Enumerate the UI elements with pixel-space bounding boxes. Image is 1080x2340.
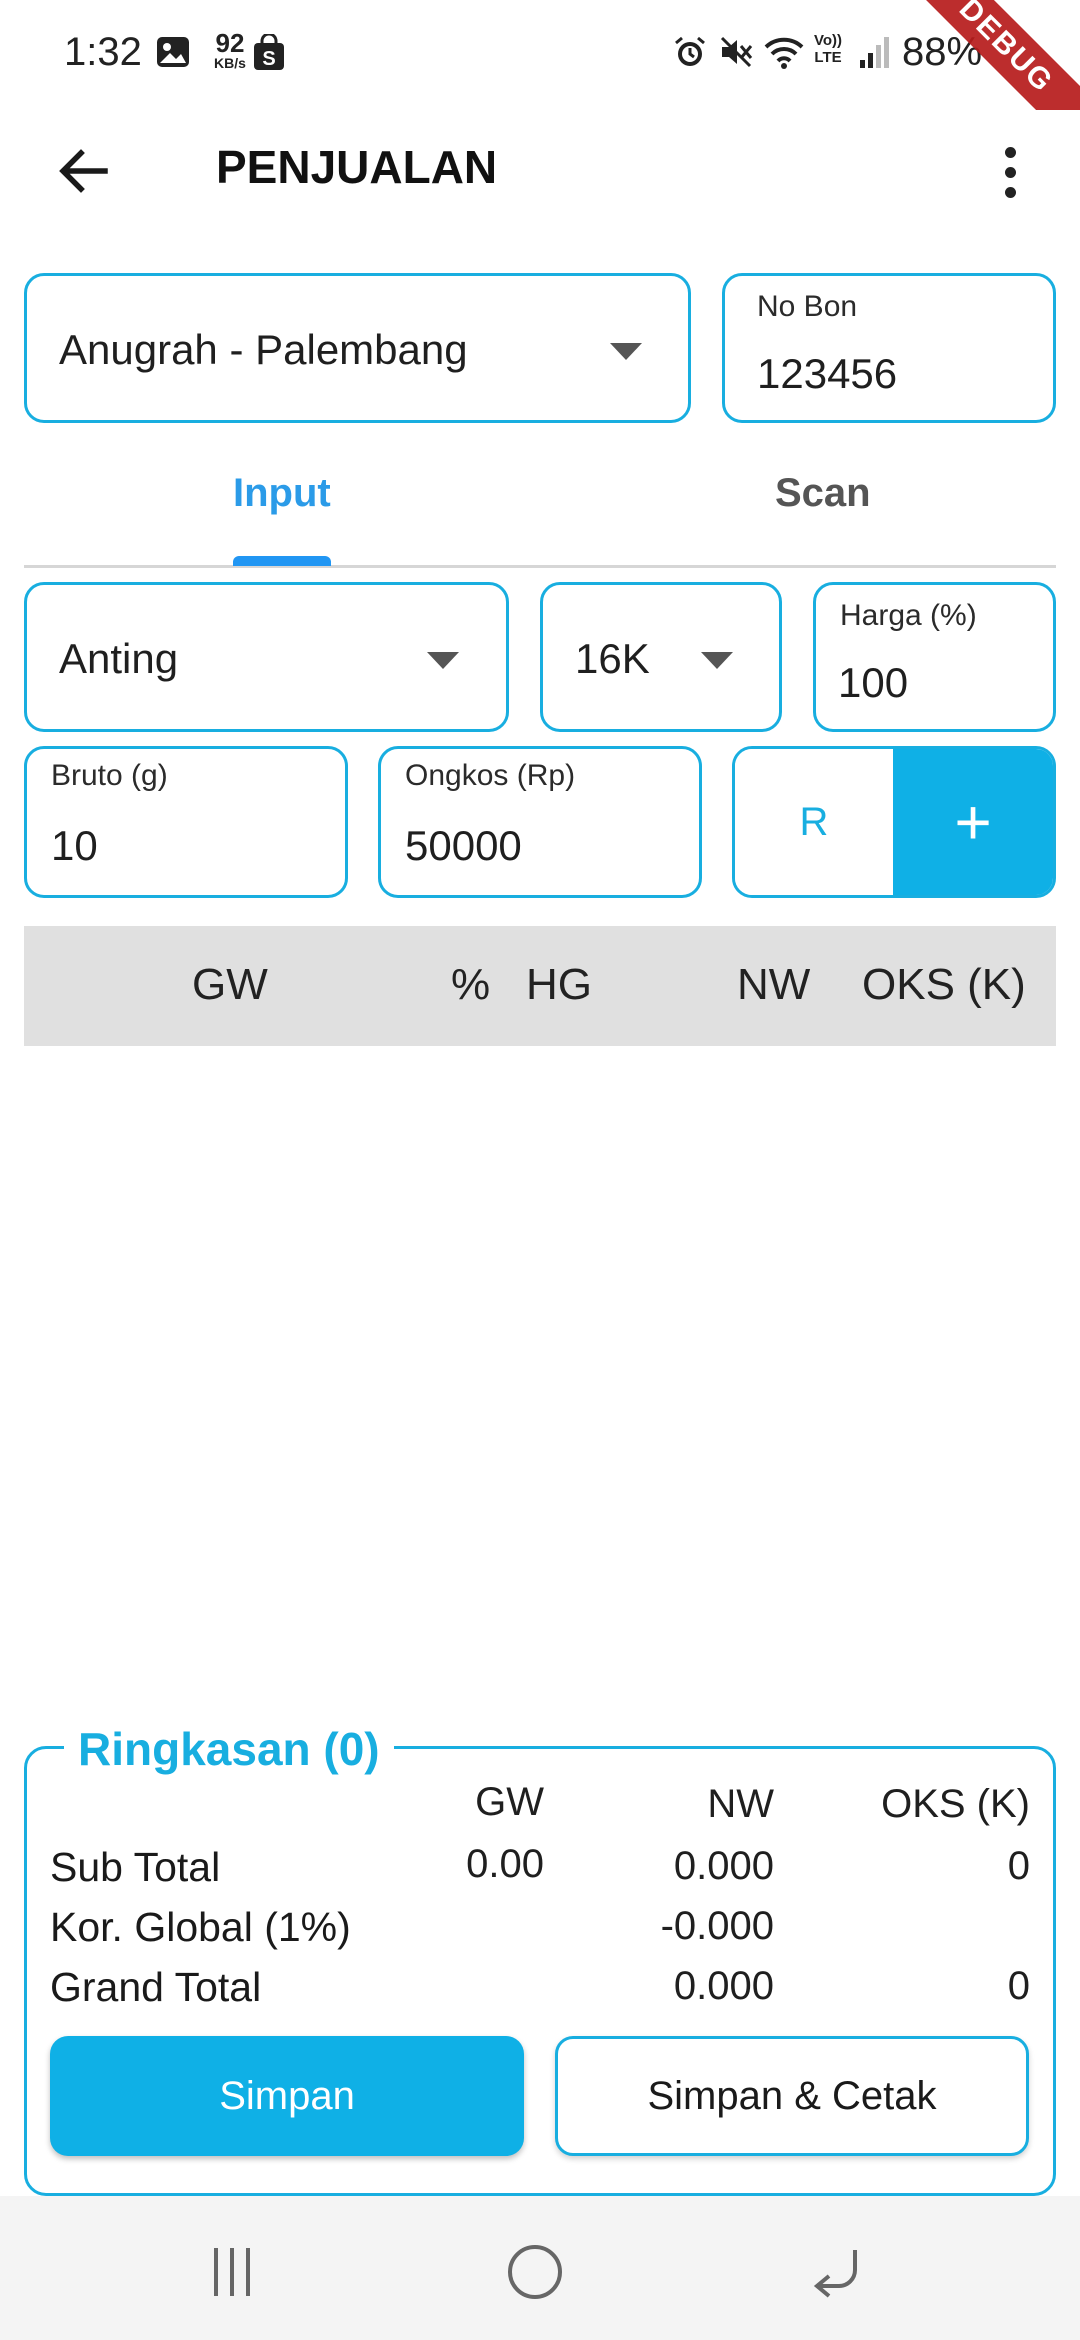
karat-value: 16K — [575, 635, 650, 682]
harga-label: Harga (%) — [840, 599, 977, 632]
no-bon-field[interactable]: No Bon 123456 — [722, 273, 1056, 423]
items-table-header: GW % HG NW OKS (K) — [24, 926, 1056, 1046]
bruto-field[interactable]: Bruto (g) 10 — [24, 746, 348, 898]
system-back-button[interactable] — [777, 2232, 897, 2312]
bruto-value: 10 — [51, 822, 98, 869]
kor-global-nw: -0.000 — [660, 1904, 774, 1948]
app-bar: PENJUALAN — [0, 110, 1080, 220]
signal-icon — [858, 34, 892, 75]
summary-header-oks: OKS (K) — [881, 1782, 1030, 1826]
grand-total-nw: 0.000 — [673, 1964, 774, 2008]
store-dropdown-value: Anugrah - Palembang — [59, 326, 468, 373]
gallery-icon — [155, 34, 191, 75]
save-button[interactable]: Simpan — [50, 2036, 524, 2156]
item-type-dropdown[interactable]: Anting — [24, 582, 509, 732]
subtotal-gw: 0.00 — [466, 1842, 544, 1886]
column-header-hg: HG — [526, 960, 592, 1009]
page-title: PENJUALAN — [216, 141, 498, 193]
dropdown-arrow-icon — [427, 652, 459, 669]
status-time: 1:32 — [64, 30, 142, 74]
home-icon — [508, 2245, 562, 2299]
subtotal-oks: 0 — [1007, 1844, 1030, 1888]
ongkos-value: 50000 — [405, 822, 522, 869]
add-item-button[interactable]: + — [893, 749, 1053, 895]
wifi-icon — [762, 34, 806, 75]
summary-title: Ringkasan (0) — [64, 1722, 394, 1776]
item-type-value: Anting — [59, 635, 179, 682]
network-speed: 92 KB/s — [214, 28, 246, 71]
tab-scan[interactable]: Scan — [540, 450, 1056, 568]
subtotal-nw: 0.000 — [673, 1844, 774, 1888]
items-table-body — [24, 1046, 1056, 1706]
active-tab-indicator — [233, 556, 331, 566]
column-header-gw: GW — [192, 960, 268, 1009]
save-and-print-button[interactable]: Simpan & Cetak — [555, 2036, 1029, 2156]
item-action-group: R + — [732, 746, 1056, 898]
summary-row-label: Kor. Global (1%) — [50, 1904, 351, 1950]
alarm-icon — [672, 34, 708, 75]
ongkos-label: Ongkos (Rp) — [405, 759, 576, 792]
no-bon-value: 123456 — [757, 350, 898, 397]
system-back-icon — [813, 2250, 857, 2298]
grand-total-oks: 0 — [1007, 1964, 1030, 2008]
mute-icon — [718, 34, 754, 75]
arrow-back-icon — [59, 149, 108, 193]
summary-row-label: Sub Total — [50, 1844, 221, 1890]
ongkos-field[interactable]: Ongkos (Rp) 50000 — [378, 746, 702, 898]
tab-input[interactable]: Input — [24, 450, 540, 568]
more-options-button[interactable] — [980, 132, 1040, 212]
summary-header-nw: NW — [707, 1782, 774, 1826]
no-bon-label: No Bon — [757, 290, 858, 323]
karat-dropdown[interactable]: 16K — [540, 582, 782, 732]
harga-field[interactable]: Harga (%) 100 — [813, 582, 1056, 732]
shopping-bag-icon: S — [252, 32, 286, 77]
reset-button[interactable]: R — [735, 749, 893, 895]
home-button[interactable] — [475, 2232, 595, 2312]
harga-value: 100 — [838, 659, 909, 706]
svg-text:S: S — [262, 48, 275, 70]
dropdown-arrow-icon — [610, 343, 642, 360]
column-header-percent: % — [451, 960, 491, 1009]
column-header-nw: NW — [737, 960, 811, 1009]
system-nav-bar — [0, 2196, 1080, 2340]
tab-bar: Input Scan — [24, 450, 1056, 568]
dropdown-arrow-icon — [701, 652, 733, 669]
volte-lte-icon: Vo)) LTE — [814, 32, 843, 66]
more-vert-icon — [1004, 146, 1016, 158]
store-dropdown[interactable]: Anugrah - Palembang — [24, 273, 691, 423]
summary-header-gw: GW — [475, 1780, 544, 1824]
summary-row-label: Grand Total — [50, 1964, 262, 2010]
recent-apps-button[interactable] — [172, 2232, 292, 2312]
column-header-oks: OKS (K) — [862, 960, 1026, 1009]
bruto-label: Bruto (g) — [51, 759, 168, 792]
back-button[interactable] — [40, 128, 126, 214]
recent-apps-icon — [214, 2248, 250, 2296]
status-bar: 1:32 92 KB/s S Vo)) LTE 88% DEBUG — [0, 0, 1080, 110]
